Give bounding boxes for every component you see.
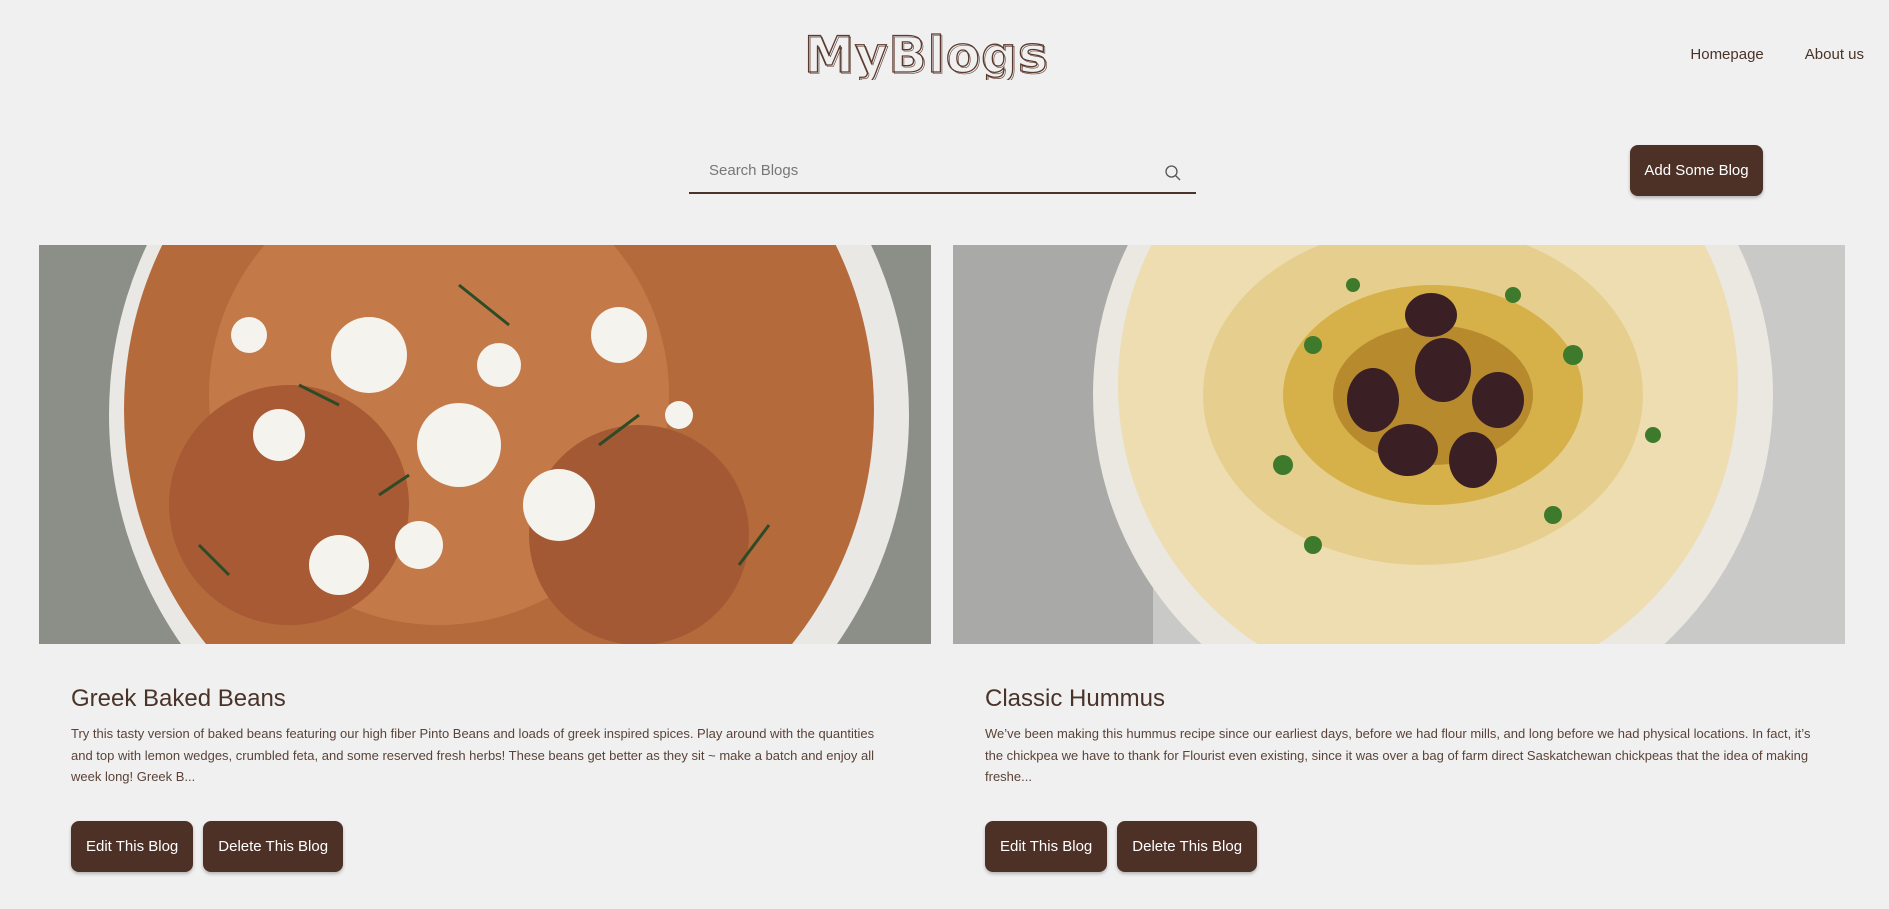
blog-title: Greek Baked Beans (71, 685, 286, 712)
nav-about-us[interactable]: About us (1805, 46, 1864, 63)
search-bar (689, 150, 1196, 194)
delete-blog-button[interactable]: Delete This Blog (203, 821, 344, 872)
blog-title: Classic Hummus (985, 685, 1166, 712)
blog-card: Classic Hummus We’ve been making this hu… (953, 55, 1845, 872)
nav-homepage[interactable]: Homepage (1690, 46, 1763, 63)
classic-hummus-image (953, 55, 1845, 735)
site-logo[interactable]: MyBlogs MyBlogs (802, 28, 1084, 80)
delete-blog-button[interactable]: Delete This Blog (1117, 821, 1258, 872)
svg-text:MyBlogs: MyBlogs (806, 28, 1051, 80)
search-icon[interactable] (1164, 164, 1182, 182)
blog-excerpt: We’ve been making this hummus recipe sin… (985, 726, 1811, 784)
top-nav: Homepage About us (1690, 46, 1864, 63)
add-blog-button[interactable]: Add Some Blog (1630, 145, 1763, 196)
blog-actions: Edit This Blog Delete This Blog (71, 821, 931, 872)
search-input[interactable] (689, 150, 1196, 190)
edit-blog-button[interactable]: Edit This Blog (985, 821, 1108, 872)
greek-baked-beans-image (39, 15, 931, 815)
blog-actions: Edit This Blog Delete This Blog (985, 821, 1845, 872)
edit-blog-button[interactable]: Edit This Blog (71, 821, 194, 872)
blog-excerpt: Try this tasty version of baked beans fe… (71, 726, 875, 784)
page: MyBlogs MyBlogs Homepage About us Add So… (0, 0, 1889, 909)
blog-card: Greek Baked Beans Try this tasty version… (39, 15, 931, 872)
